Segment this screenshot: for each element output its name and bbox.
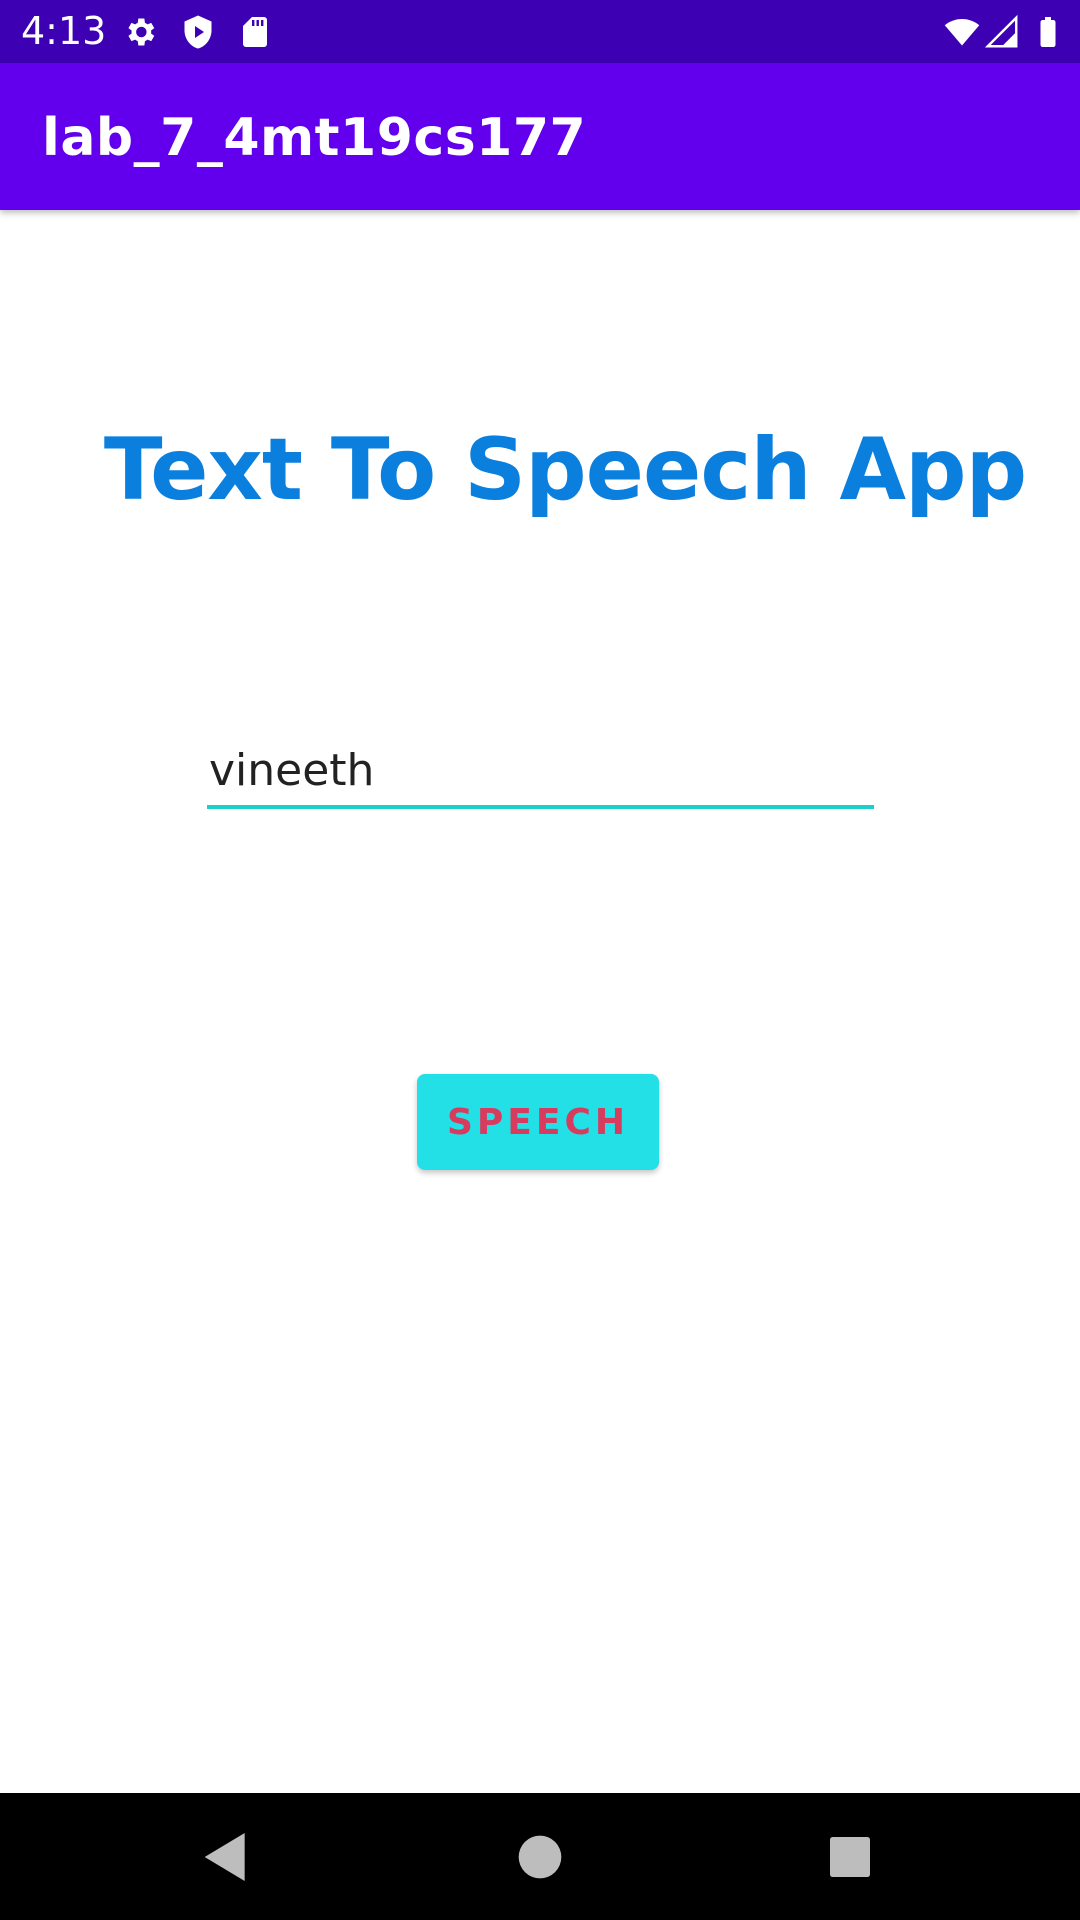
back-icon[interactable] [194,1825,258,1889]
gear-icon [128,18,155,46]
home-icon[interactable] [508,1825,572,1889]
battery-icon [1040,17,1056,47]
app-title: lab_7_4mt19cs177 [42,108,587,168]
shield-play-icon [184,15,212,49]
status-time: 4:13 [21,9,107,53]
recents-icon[interactable] [818,1825,882,1889]
status-bar: 4:13 [0,0,1080,63]
page-heading: Text To Speech App [103,420,1027,520]
speech-button[interactable]: SPEECH [417,1074,659,1170]
cell-signal-icon [984,14,1018,48]
sd-card-icon [243,17,267,47]
navigation-bar [0,1793,1080,1920]
wifi-icon [944,18,980,46]
app-bar: lab_7_4mt19cs177 [0,63,1080,210]
speech-text-input[interactable] [207,735,874,809]
